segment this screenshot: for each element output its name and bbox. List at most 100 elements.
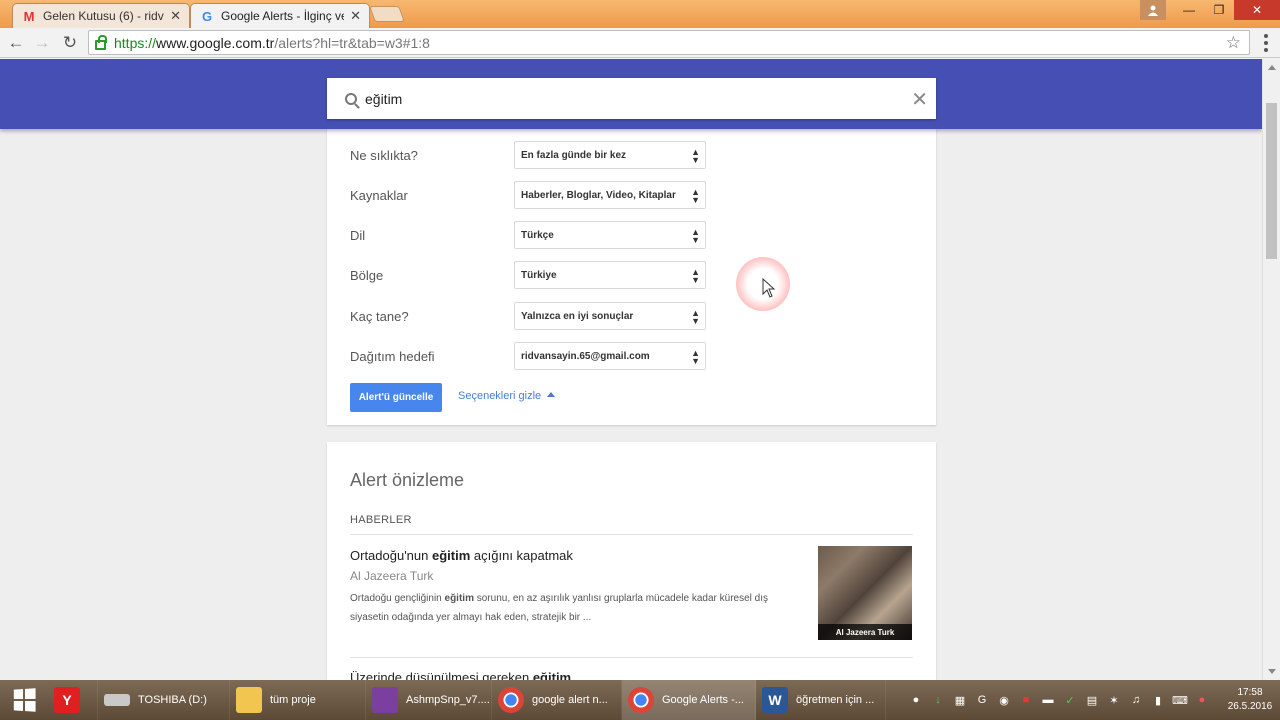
scrollbar-thumb[interactable] [1266,103,1277,259]
clock-date: 26.5.2016 [1227,701,1273,712]
start-button[interactable] [0,680,48,720]
google-icon: G [201,8,213,24]
taskbar-drive[interactable]: TOSHIBA (D:) [98,680,230,720]
article-thumbnail[interactable]: Al Jazeera Turk [818,546,912,640]
taskbar-label: tüm proje [270,694,316,706]
clear-search-icon[interactable]: ✕ [911,87,928,112]
restore-icon[interactable]: ❐ [1204,0,1234,20]
browser-tabstrip: M Gelen Kutusu (6) - ridvans ✕ G Google … [0,0,1280,28]
back-icon[interactable]: ← [5,32,27,54]
select-arrows-icon: ▲ ▼ [691,187,700,205]
address-bar[interactable]: https:// www.google.com.tr /alerts?hl=tr… [88,30,1250,55]
article-title[interactable]: Üzerinde düşünülmesi gereken eğitim [350,670,571,680]
option-label: Dil [350,228,366,243]
option-language: Dil Türkçe ▲ ▼ [350,221,710,249]
select-value: En fazla günde bir kez [521,150,627,161]
select-arrows-icon: ▲ ▼ [691,227,700,245]
download-icon[interactable]: ↓ [930,692,946,708]
option-label: Bölge [350,268,384,283]
alert-options-card: Ne sıklıkta? En fazla günde bir kez ▲ ▼ Ka… [327,125,936,425]
scroll-up-icon[interactable] [1268,65,1276,70]
article-title[interactable]: Ortadoğu'nun eğitim açığını kapatmak [350,548,573,563]
keyboard-icon[interactable]: ⌨ [1172,692,1188,708]
select-value: Yalnızca en iyi sonuçlar [521,311,634,322]
search-icon [345,92,357,105]
preview-title: Alert önizleme [350,470,465,490]
frequency-select[interactable]: En fazla günde bir kez ▲ ▼ [514,141,706,169]
taskbar-chrome-1[interactable]: google alert n... [492,680,622,720]
language-select[interactable]: Türkçe ▲ ▼ [514,221,706,249]
select-arrows-icon: ▲ ▼ [691,267,700,285]
clock[interactable]: 17:58 26.5.2016 [1220,686,1280,714]
vpn-icon[interactable]: ● [1194,692,1210,708]
chrome-menu-icon[interactable] [1264,34,1268,52]
taskbar-label: Google Alerts -... [662,694,744,706]
article-snippet: Ortadoğu gençliğinin eğitim sorunu, en a… [350,593,769,623]
how-many-select[interactable]: Yalnızca en iyi sonuçlar ▲ ▼ [514,302,706,330]
bluetooth-icon[interactable]: ✶ [1106,692,1122,708]
tab-title: Gelen Kutusu (6) - ridvans [43,9,164,23]
page-content: eğitim ✕ Ne sıklıkta? En fazla günde bir… [0,59,1262,680]
select-value: ridvansayin.65@gmail.com [521,351,650,362]
url-path: /alerts?hl=tr&tab=w3#1:8 [274,34,430,51]
g-app-icon[interactable]: G [974,692,990,708]
sources-select[interactable]: Haberler, Bloglar, Video, Kitaplar ▲ ▼ [514,181,706,209]
deliver-to-select[interactable]: ridvansayin.65@gmail.com ▲ ▼ [514,342,706,370]
alert-preview-card: Alert önizleme HABERLER Ortadoğu'nun eği… [327,442,936,680]
winrar-icon [372,687,398,713]
volume-icon[interactable]: ♫ [1128,692,1144,708]
scroll-down-icon[interactable] [1268,669,1276,674]
pdf-icon[interactable]: ■ [1018,692,1034,708]
globe-icon[interactable]: ● [908,692,924,708]
region-select[interactable]: Türkiye ▲ ▼ [514,261,706,289]
hide-options-link[interactable]: Seçenekleri gizle [458,390,556,402]
reload-icon[interactable]: ↻ [59,32,81,54]
taskbar-yandex[interactable]: Y [48,680,98,720]
drive-icon [104,694,130,706]
gmail-icon: M [23,8,35,24]
option-deliver-to: Dağıtım hedefi ridvansayin.65@gmail.com ▲… [350,342,710,370]
article-source: Al Jazeera Turk [350,569,434,583]
drive-tray-icon[interactable]: ▬ [1040,692,1056,708]
user-icon[interactable] [1140,0,1166,20]
forward-icon[interactable]: → [31,32,53,54]
minimize-icon[interactable]: — [1174,0,1204,20]
option-how-many: Kaç tane? Yalnızca en iyi sonuçlar ▲ ▼ [350,302,710,330]
page-scrollbar[interactable] [1262,59,1280,680]
url-scheme: https:// [114,34,157,51]
alert-search-box[interactable]: eğitim ✕ [327,78,936,119]
window-close-icon[interactable]: ✕ [1234,0,1280,20]
option-label: Kaynaklar [350,188,408,203]
system-tray: ● ↓ ▦ G ◉ ■ ▬ ✓ ▤ ✶ ♫ ▮ ⌨ ● 17:58 26.5.2… [908,680,1280,720]
taskbar-chrome-2[interactable]: Google Alerts -... [622,680,756,720]
update-alert-button[interactable]: Alert'ü güncelle [350,383,442,412]
yandex-icon: Y [54,687,80,713]
new-tab-button[interactable] [369,6,405,22]
bookmark-star-icon[interactable]: ☆ [1226,33,1241,53]
folder-icon [236,687,262,713]
chrome-icon [498,687,524,713]
taskbar-winrar[interactable]: AshmpSnp_v7.... [366,680,492,720]
search-input[interactable]: eğitim [365,91,402,107]
network-icon[interactable]: ▤ [1084,692,1100,708]
windows-icon[interactable]: ▦ [952,692,968,708]
window-controls: — ❐ ✕ [1140,0,1280,20]
word-icon: W [762,687,788,713]
mouse-cursor-icon [762,278,776,298]
shield-icon[interactable]: ✓ [1062,692,1078,708]
tab-close-icon[interactable]: ✕ [170,8,181,24]
record-icon[interactable]: ◉ [996,692,1012,708]
taskbar-folder[interactable]: tüm proje [230,680,366,720]
battery-icon[interactable]: ▮ [1150,692,1166,708]
taskbar-label: öğretmen için ... [796,694,875,706]
url-host: www.google.com.tr [156,34,275,51]
tab-gmail[interactable]: M Gelen Kutusu (6) - ridvans ✕ [12,3,190,28]
tab-google-alerts[interactable]: G Google Alerts - İlginç ve y ✕ [190,3,370,28]
select-arrows-icon: ▲ ▼ [691,308,700,326]
clock-time: 17:58 [1237,687,1263,698]
tab-title: Google Alerts - İlginç ve y [221,9,345,23]
tab-close-icon[interactable]: ✕ [350,8,361,24]
select-value: Haberler, Bloglar, Video, Kitaplar [521,190,676,201]
taskbar-word[interactable]: W öğretmen için ... [756,680,886,720]
windows-logo-icon [13,688,36,712]
